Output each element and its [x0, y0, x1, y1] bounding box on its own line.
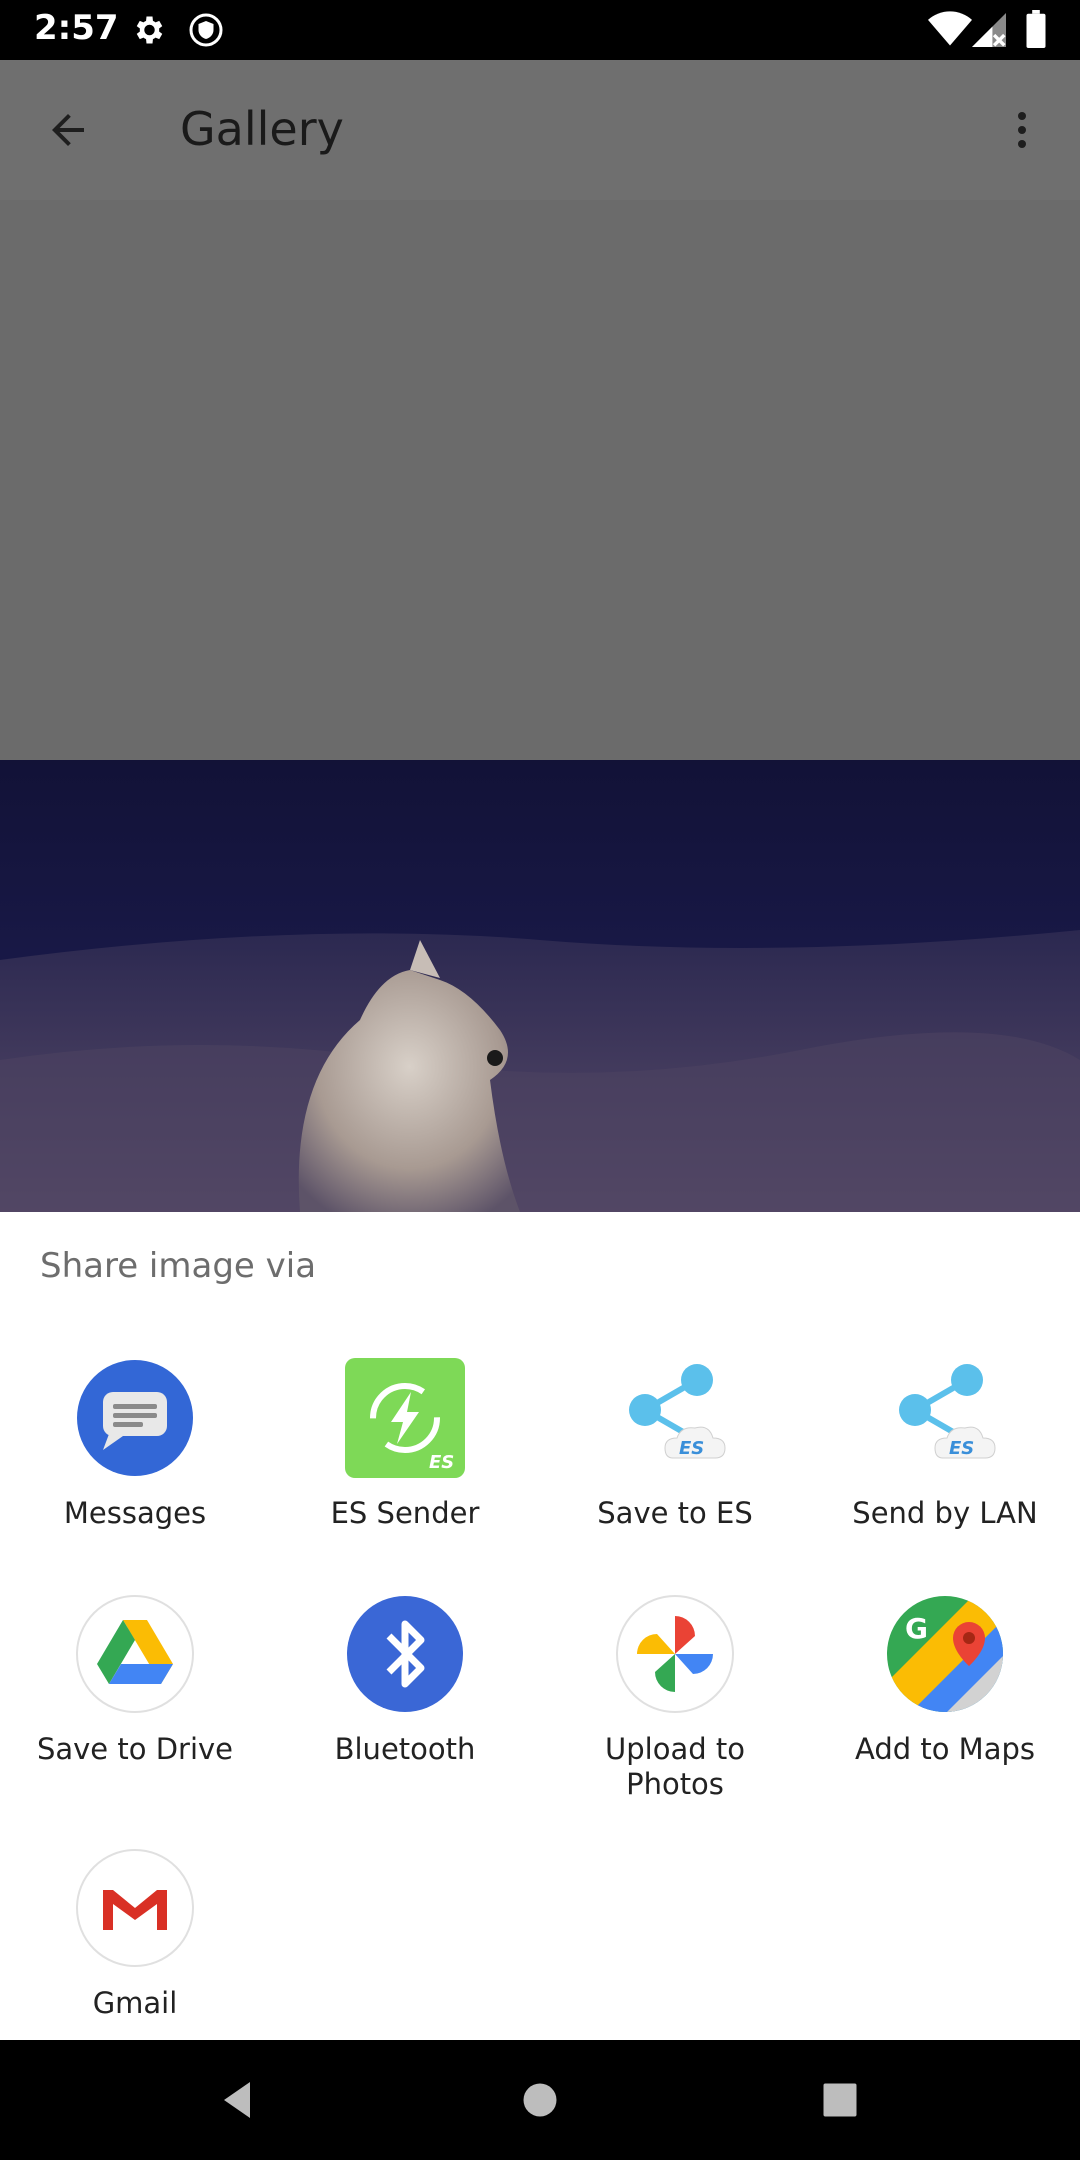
- share-target-gmail[interactable]: Gmail: [0, 1848, 270, 2028]
- share-sheet: Share image via Messages ES ES Sender ES…: [0, 1212, 1080, 2040]
- share-target-bluetooth[interactable]: Bluetooth: [270, 1594, 540, 1814]
- gallery-image: [0, 760, 1080, 1212]
- page-title: Gallery: [180, 102, 344, 156]
- share-target-save-to-drive[interactable]: Save to Drive: [0, 1594, 270, 1814]
- arrow-back-icon: [52, 114, 84, 146]
- share-target-es-sender[interactable]: ES ES Sender: [270, 1358, 540, 1558]
- nav-recents-button[interactable]: [800, 2060, 880, 2140]
- dimmed-content: [0, 200, 1080, 760]
- more-options-button[interactable]: [990, 98, 1054, 162]
- messages-icon: [75, 1358, 195, 1478]
- share-target-label: Gmail: [92, 1986, 178, 2020]
- bluetooth-icon: [345, 1594, 465, 1714]
- share-target-label: ES Sender: [330, 1496, 480, 1530]
- nav-back-icon: [224, 2082, 250, 2118]
- share-target-label: Save to ES: [597, 1496, 753, 1530]
- share-target-label: Bluetooth: [334, 1732, 476, 1766]
- status-bar: 2:57: [0, 0, 1080, 60]
- share-target-add-to-maps[interactable]: G Add to Maps: [810, 1594, 1080, 1814]
- wifi-icon: [928, 10, 972, 52]
- nav-home-icon: [523, 2083, 557, 2117]
- nav-recents-icon: [823, 2083, 857, 2117]
- svg-text:ES: ES: [949, 1438, 974, 1459]
- svg-text:G: G: [905, 1612, 928, 1645]
- es-share-icon: ES: [885, 1358, 1005, 1478]
- back-button[interactable]: [36, 98, 100, 162]
- drive-icon: [75, 1594, 195, 1714]
- photos-icon: [615, 1594, 735, 1714]
- gmail-icon: [75, 1848, 195, 1968]
- more-vert-icon: [1018, 112, 1026, 148]
- battery-icon: [1026, 10, 1046, 52]
- share-target-upload-to-photos[interactable]: Upload to Photos: [540, 1594, 810, 1814]
- share-target-messages[interactable]: Messages: [0, 1358, 270, 1558]
- share-target-label: Messages: [63, 1496, 207, 1530]
- arctic-fox-image: [0, 930, 1080, 1212]
- navigation-bar: [0, 2040, 1080, 2160]
- share-target-label: Upload to Photos: [605, 1732, 745, 1801]
- svg-text:ES: ES: [679, 1438, 704, 1459]
- es-share-icon: ES: [615, 1358, 735, 1478]
- nav-home-button[interactable]: [500, 2060, 580, 2140]
- share-target-send-by-lan[interactable]: ES Send by LAN: [810, 1358, 1080, 1558]
- share-target-label: Add to Maps: [854, 1732, 1035, 1766]
- share-sheet-title: Share image via: [40, 1246, 317, 1286]
- vpn-shield-icon: [188, 12, 224, 52]
- status-time: 2:57: [34, 8, 119, 48]
- nav-back-button[interactable]: [198, 2060, 278, 2140]
- maps-icon: G: [885, 1594, 1005, 1714]
- cell-signal-icon: [972, 12, 1006, 52]
- es-sender-icon: ES: [345, 1358, 465, 1478]
- share-target-label: Save to Drive: [36, 1732, 234, 1766]
- settings-icon: [130, 12, 166, 52]
- app-bar: Gallery: [0, 60, 1080, 200]
- share-target-label: Send by LAN: [852, 1496, 1038, 1530]
- share-target-save-to-es[interactable]: ES Save to ES: [540, 1358, 810, 1558]
- svg-text:ES: ES: [429, 1452, 454, 1473]
